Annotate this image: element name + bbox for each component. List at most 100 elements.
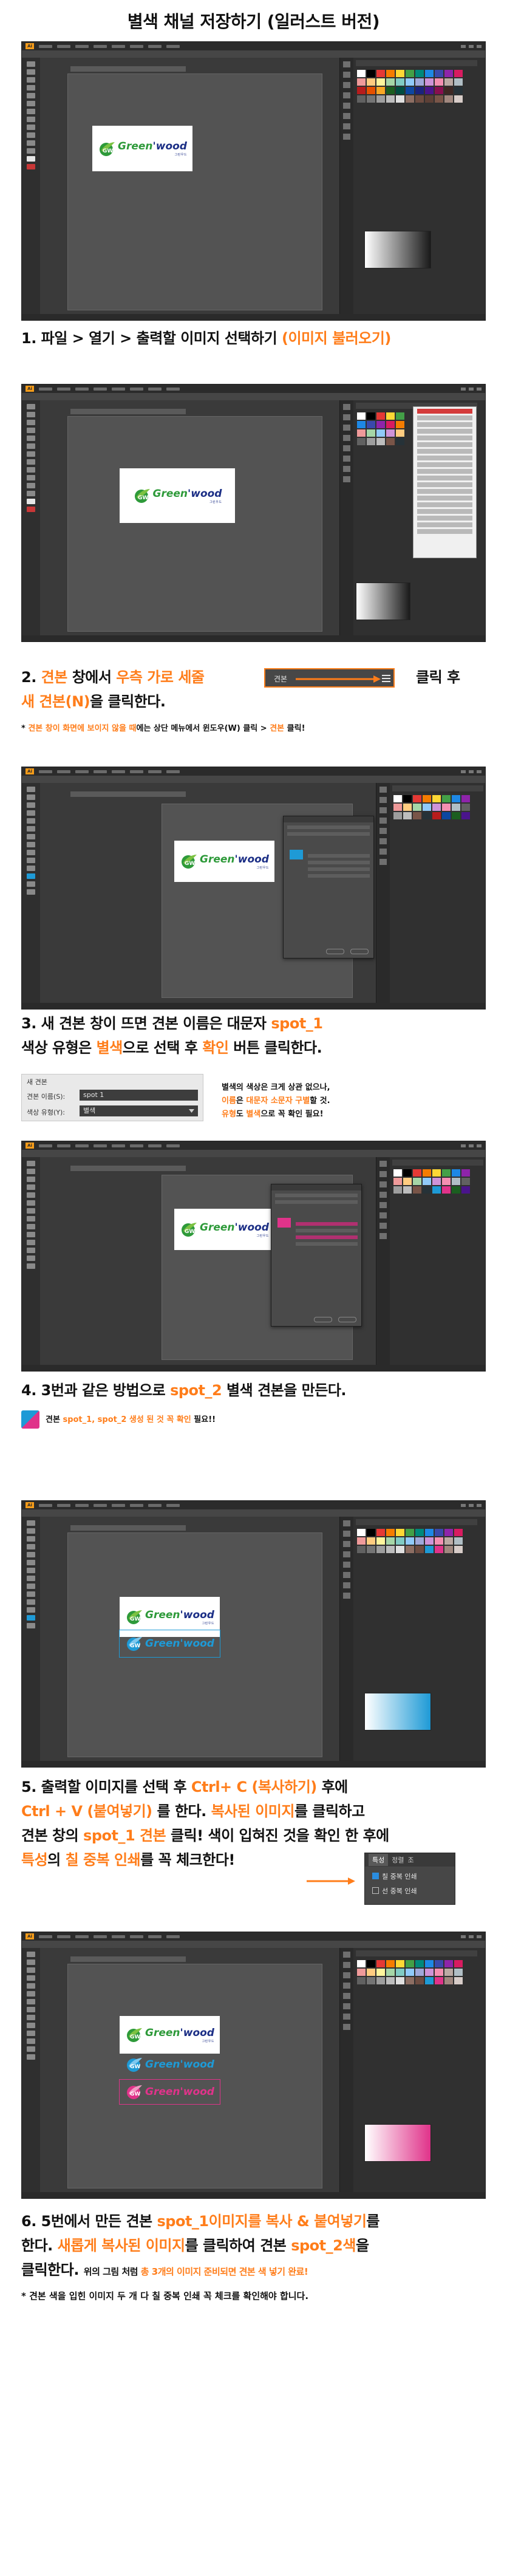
tab-align[interactable]: 정렬 [392,1855,404,1865]
status-bar [22,314,485,320]
swatches-grid[interactable] [357,412,404,445]
swatches-grid[interactable] [357,70,463,103]
step4-note: 견본 spot_1, spot_2 생성 된 것 꼭 확인 필요!! [46,1415,216,1424]
step6-caption-line3: 클릭한다. 위의 그림 처럼 총 3개의 이미지 준비되면 견본 색 넣기 완료… [21,2261,308,2278]
status-bar [22,2192,485,2198]
step3-caption-line2: 색상 유형은 별색으로 선택 후 확인 버튼 클릭한다. [21,1039,322,1056]
color-type-select[interactable]: 별색 [80,1105,198,1116]
swatch-name-input[interactable]: spot 1 [80,1090,198,1101]
control-bar [22,776,485,783]
tools-panel [22,1157,40,1371]
control-bar [22,1509,485,1517]
leaf-logo-icon: GW [127,2058,143,2072]
right-panels [376,783,485,1009]
swatches-grid[interactable] [357,1529,463,1553]
arrow-right-icon [296,675,381,683]
overprint-fill-checkbox[interactable] [372,1873,379,1879]
illustrator-screenshot-2: Ai GW Green'wood 그린우드 [21,384,486,642]
swatches-panel-menu[interactable] [413,406,477,558]
leaf-logo-icon: GW [100,142,115,156]
document-tab[interactable] [70,409,186,414]
logo-image[interactable]: GW Green'wood 그린우드 [174,841,274,882]
right-panels [339,1948,485,2198]
logo-image[interactable]: GW Green'wood 그린우드 [92,126,192,171]
logo-image[interactable]: GW Green'wood 그린우드 [174,1209,274,1250]
logo-copy-spot1[interactable]: GW Green'wood [120,2052,220,2077]
illustrator-screenshot-1: Ai GW Green'wood 그린우드 [21,41,486,321]
svg-text:GW: GW [130,1643,140,1649]
step3-side-note: 별색의 색상은 크게 상관 없으나, 이름은 대문자 소문자 구별할 것. 유형… [222,1083,330,1119]
document-tab[interactable] [70,66,186,72]
logo-image[interactable]: GW Green'wood 그린우드 [120,468,235,523]
step4-caption: 4. 3번과 같은 방법으로 spot_2 별색 견본을 만든다. [21,1382,347,1399]
new-swatch-fields-detail: 새 견본 견본 이름(S): spot 1 색상 유형(Y): 별색 [21,1074,203,1121]
document-tab[interactable] [70,1166,186,1171]
illustrator-screenshot-6: Ai GW Green'wood 그린우드 GW Green'wood GW Green… [21,1932,486,2199]
logo-image[interactable]: GW Green'wood 그린우드 [120,2016,220,2054]
artboard-canvas: GW Green'wood 그린우드 [67,416,322,632]
step5-caption-line4: 특성의 칠 중복 인쇄를 꼭 체크한다! [21,1851,235,1868]
right-panels [339,58,485,320]
right-panels [339,1517,485,1767]
step6-caption-line2: 한다. 새롭게 복사된 이미지를 클릭하여 견본 spot_2색을 [21,2237,369,2254]
svg-text:GW: GW [130,2064,140,2070]
illustrator-screenshot-3: Ai GW Green'wood 그린우드 [21,767,486,1010]
artboard-canvas: GW Green'wood 그린우드 [67,73,322,310]
step2-caption-line2: 새 견본(N)을 클릭한다. [21,693,166,710]
status-bar [22,635,485,641]
menu-bar: Ai [22,42,485,50]
tools-panel [22,400,40,641]
tab-attributes[interactable]: 특성 [369,1854,389,1866]
document-tab[interactable] [70,791,186,797]
leaf-logo-icon: GW [127,1637,143,1651]
tools-panel [22,783,40,1009]
gradient-swatch [364,1693,431,1730]
menu-bar: Ai [22,767,485,776]
step3-caption-line1: 3. 새 견본 창이 뜨면 견본 이름은 대문자 spot_1 [21,1015,323,1032]
logo-copy-spot1[interactable]: GW Green'wood [119,1630,220,1658]
gradient-swatch [364,231,431,268]
svg-text:GW: GW [138,495,148,501]
artboard-canvas: GW Green'wood 그린우드 GW Green'wood [67,1532,322,1757]
illustrator-screenshot-4: Ai GW Green'wood 그린우드 [21,1141,486,1372]
attributes-panel: 특성 정렬 조 칠 중복 인쇄 선 중복 인쇄 [364,1853,455,1905]
status-bar [22,1761,485,1767]
menu-item-new-swatch[interactable] [417,409,472,414]
artboard-canvas: GW Green'wood 그린우드 GW Green'wood GW Green'wo… [67,1964,322,2188]
swatches-grid[interactable] [393,1169,470,1194]
leaf-logo-icon: GW [127,2028,143,2042]
swatches-tab-callout: 견본 [264,668,395,688]
swatches-grid[interactable] [393,795,470,819]
swatches-grid[interactable] [357,1960,463,1984]
document-tab[interactable] [70,1956,186,1962]
tools-panel [22,1948,40,2198]
leaf-logo-icon: GW [182,1223,197,1237]
logo-copy-spot2[interactable]: GW Green'wood [119,2079,220,2105]
svg-text:GW: GW [130,1616,140,1622]
tab-other[interactable]: 조 [408,1855,414,1865]
overprint-stroke-label: 선 중복 인쇄 [382,1887,417,1895]
menu-bar: Ai [22,384,485,393]
chevron-down-icon [189,1109,194,1113]
status-bar [22,1365,485,1371]
callout-swatch-label: 견본 [274,675,288,683]
step2-caption-click: 클릭 후 [416,669,460,686]
menu-bar: Ai [22,1141,485,1150]
control-bar [22,50,485,58]
step6-caption-line1: 6. 5번에서 만든 견본 spot_1이미지를 복사 & 붙여넣기를 [21,2213,380,2230]
color-type-label: 색상 유형(Y): [27,1109,65,1116]
tools-panel [22,1517,40,1767]
illustrator-screenshot-5: Ai GW Green'wood 그린우드 GW Green'wood [21,1500,486,1768]
svg-text:GW: GW [130,2091,140,2097]
leaf-logo-icon: GW [182,855,197,869]
hamburger-menu-icon[interactable] [382,675,390,682]
control-bar [22,393,485,400]
svg-text:GW: GW [103,148,113,154]
swatch-name-label: 견본 이름(S): [27,1093,66,1101]
tools-panel [22,58,40,320]
menu-bar: Ai [22,1501,485,1509]
svg-text:GW: GW [185,1229,195,1235]
overprint-stroke-checkbox[interactable] [372,1887,379,1894]
document-tab[interactable] [70,1525,186,1531]
control-bar [22,1941,485,1948]
